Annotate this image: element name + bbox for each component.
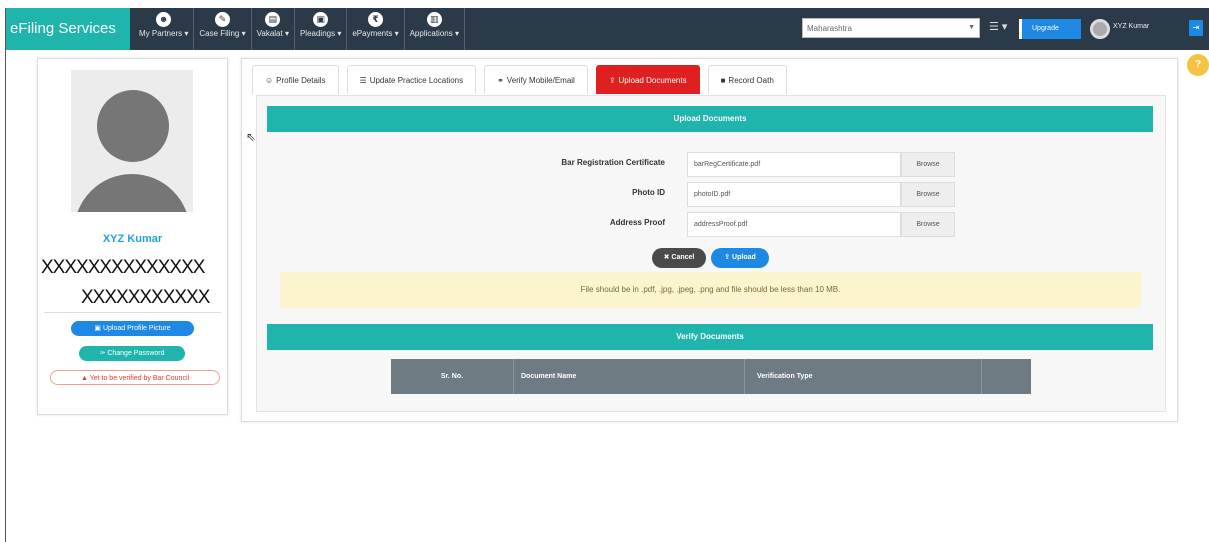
- upload-profile-picture-label: Upload Profile Picture: [102, 325, 171, 332]
- profile-tabs: ☺ Profile Details ☰ Update Practice Locati…: [252, 65, 795, 94]
- photo-id-label: Photo ID: [632, 188, 665, 197]
- nav-label: Vakalat ▾: [256, 29, 289, 38]
- tab-update-practice-locations[interactable]: ☰ Update Practice Locations: [346, 65, 477, 94]
- photo-id-file-input[interactable]: photoID.pdf: [687, 182, 901, 207]
- tab-label: Update Practice Locations: [369, 76, 464, 85]
- tab-content: Upload Documents Bar Registration Certif…: [256, 95, 1166, 412]
- upload-profile-picture-button[interactable]: ▣ Upload Profile Picture: [71, 321, 194, 336]
- bar-registration-browse-button[interactable]: Browse: [901, 152, 955, 177]
- nav-pleadings[interactable]: ▣ Pleadings ▾: [295, 8, 348, 50]
- chevron-down-icon: ▼: [968, 24, 975, 31]
- page: eFiling Services ☻ My Partners ▾ ✎ Case …: [0, 0, 1209, 542]
- key-icon: ✑: [99, 350, 106, 357]
- avatar-body-shape: [74, 174, 190, 212]
- profile-picture: [71, 70, 193, 212]
- address-proof-label: Address Proof: [609, 218, 665, 227]
- tab-verify-mobile-email[interactable]: ⚭ Verify Mobile/Email: [484, 65, 588, 94]
- divider: [44, 312, 221, 313]
- list-icon: ☰: [359, 76, 367, 85]
- verification-warning-label: Yet to be verified by Bar Council: [89, 375, 190, 382]
- nav-label: Pleadings ▾: [299, 29, 342, 38]
- help-icon[interactable]: ?: [1187, 54, 1209, 76]
- upload-documents-header: Upload Documents: [267, 106, 1153, 132]
- nav-applications[interactable]: ▥ Applications ▾: [405, 8, 465, 50]
- verify-documents-table-header: Sr. No. Document Name Verification Type: [391, 359, 1031, 394]
- user-menu-name[interactable]: XYZ Kumar: [1113, 23, 1149, 30]
- document-icon: ▤: [265, 12, 281, 27]
- mouse-pointer-icon: ⇖: [246, 130, 257, 144]
- change-password-button[interactable]: ✑ Change Password: [79, 346, 185, 361]
- page-edge-line: [5, 8, 6, 542]
- file-size-notice: File should be in .pdf, .jpg, .jpeg, .pn…: [280, 272, 1141, 308]
- image-icon: ▣: [94, 325, 101, 332]
- link-icon: ⚭: [497, 76, 504, 85]
- column-header-verification-type: Verification Type: [745, 359, 982, 394]
- nav-vakalat[interactable]: ▤ Vakalat ▾: [252, 8, 295, 50]
- column-header-document-name: Document Name: [514, 359, 745, 394]
- profile-card: XYZ Kumar XXXXXXXXXXXXXX XXXXXXXXXXX ▣ U…: [37, 58, 228, 415]
- address-proof-file-input[interactable]: addressProof.pdf: [687, 212, 901, 237]
- nav-label: Applications ▾: [409, 29, 459, 38]
- close-icon: ✖: [663, 254, 670, 261]
- menu-list-icon[interactable]: ☰ ▾: [989, 20, 1007, 33]
- logout-icon[interactable]: ⇥: [1189, 20, 1203, 36]
- user-icon: ☺: [265, 76, 274, 85]
- rupee-icon: ₹: [367, 12, 383, 27]
- nav-label: My Partners ▾: [139, 29, 189, 38]
- state-select[interactable]: Maharashtra ▼: [802, 18, 980, 38]
- main-nav: ☻ My Partners ▾ ✎ Case Filing ▾ ▤ Vakala…: [134, 8, 465, 50]
- upload-button[interactable]: ⇪ Upload: [711, 248, 769, 268]
- brand-logo[interactable]: eFiling Services: [6, 8, 130, 50]
- top-navbar: eFiling Services ☻ My Partners ▾ ✎ Case …: [6, 8, 1209, 50]
- state-select-value: Maharashtra: [807, 24, 852, 33]
- avatar-head-shape: [97, 90, 169, 162]
- bar-registration-file-input[interactable]: barRegCertificate.pdf: [687, 152, 901, 177]
- tab-label: Record Oath: [728, 76, 774, 85]
- verify-documents-header: Verify Documents: [267, 324, 1153, 350]
- nav-label: ePayments ▾: [352, 29, 399, 38]
- bar-registration-label: Bar Registration Certificate: [561, 158, 665, 167]
- profile-name: XYZ Kumar: [102, 233, 163, 245]
- column-header-sr-no: Sr. No.: [391, 359, 514, 394]
- masked-id-line-1: XXXXXXXXXXXXXX: [41, 257, 205, 278]
- video-icon: ■: [720, 76, 726, 85]
- nav-label: Case Filing ▾: [199, 29, 246, 38]
- tab-record-oath[interactable]: ■ Record Oath: [707, 65, 787, 94]
- group-icon: ☻: [156, 12, 172, 27]
- briefcase-icon: ▣: [313, 12, 329, 27]
- verification-warning-badge: ▲ Yet to be verified by Bar Council: [50, 370, 220, 385]
- change-password-label: Change Password: [107, 350, 165, 357]
- warning-icon: ▲: [80, 375, 88, 382]
- tab-label: Verify Mobile/Email: [506, 76, 575, 85]
- masked-id-line-2: XXXXXXXXXXX: [81, 287, 210, 308]
- pencil-icon: ✎: [214, 12, 230, 27]
- tab-label: Profile Details: [276, 76, 326, 85]
- file-icon: ▥: [426, 12, 442, 27]
- address-proof-browse-button[interactable]: Browse: [901, 212, 955, 237]
- nav-my-partners[interactable]: ☻ My Partners ▾: [134, 8, 195, 50]
- photo-id-browse-button[interactable]: Browse: [901, 182, 955, 207]
- tab-label: Upload Documents: [618, 76, 687, 85]
- main-panel: ☺ Profile Details ☰ Update Practice Locati…: [241, 58, 1178, 422]
- column-header-actions: [982, 359, 1031, 394]
- tab-upload-documents[interactable]: ⇪ Upload Documents: [595, 65, 700, 94]
- avatar[interactable]: [1090, 19, 1110, 39]
- nav-case-filing[interactable]: ✎ Case Filing ▾: [194, 8, 252, 50]
- cancel-label: Cancel: [671, 254, 695, 261]
- upload-icon: ⇪: [608, 76, 616, 85]
- tab-profile-details[interactable]: ☺ Profile Details: [252, 65, 339, 94]
- cancel-button[interactable]: ✖ Cancel: [652, 248, 706, 268]
- upgrade-button[interactable]: Upgrade: [1019, 19, 1081, 39]
- upload-label: Upload: [732, 254, 756, 261]
- upload-icon: ⇪: [724, 254, 731, 261]
- nav-epayments[interactable]: ₹ ePayments ▾: [347, 8, 405, 50]
